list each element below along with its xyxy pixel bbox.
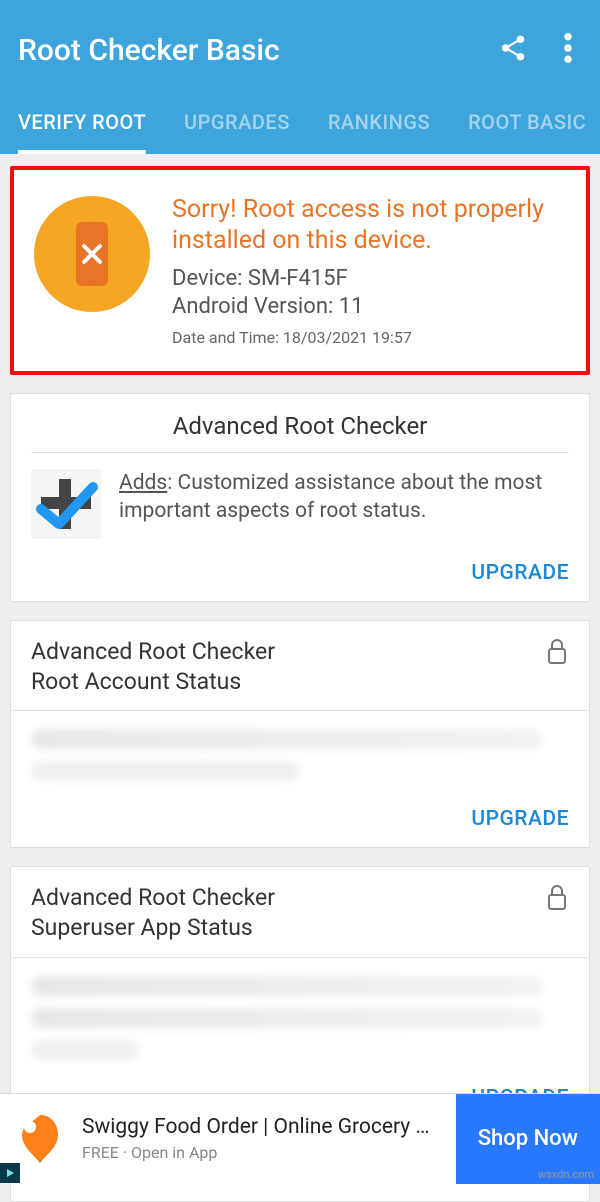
tab-root-basics[interactable]: ROOT BASIC <box>468 96 586 154</box>
app-title: Root Checker Basic <box>18 33 498 68</box>
root-account-status-card: Advanced Root Checker Root Account Statu… <box>10 620 590 849</box>
advanced-root-checker-card: Advanced Root Checker Adds: Customized a… <box>10 393 590 602</box>
advanced-card-description: Adds: Customized assistance about the mo… <box>119 469 569 526</box>
content-area: Sorry! Root access is not properly insta… <box>0 154 600 1202</box>
blurred-content <box>11 711 589 799</box>
ad-badge-icon[interactable] <box>0 1163 20 1183</box>
more-icon[interactable] <box>564 33 572 67</box>
root-status-icon <box>32 194 152 318</box>
upgrade-button[interactable]: UPGRADE <box>471 561 569 585</box>
lock-icon <box>545 883 569 915</box>
share-icon[interactable] <box>498 33 528 67</box>
superuser-card-title: Advanced Root Checker Superuser App Stat… <box>31 883 545 943</box>
root-status-message: Sorry! Root access is not properly insta… <box>172 194 568 257</box>
account-card-title: Advanced Root Checker Root Account Statu… <box>31 637 545 697</box>
tab-rankings[interactable]: RANKINGS <box>328 96 430 154</box>
ad-title: Swiggy Food Order | Online Grocery … <box>82 1115 456 1139</box>
tab-verify-root[interactable]: VERIFY ROOT <box>18 96 146 154</box>
tab-bar: VERIFY ROOT UPGRADES RANKINGS ROOT BASIC <box>18 96 582 154</box>
ad-banner[interactable]: Swiggy Food Order | Online Grocery … FRE… <box>0 1093 600 1183</box>
blurred-content <box>11 958 589 1078</box>
advanced-card-title: Advanced Root Checker <box>31 412 569 453</box>
ad-subtitle: FREE · Open in App <box>82 1143 456 1162</box>
app-bar: Root Checker Basic VERIFY ROOT UPGRADES … <box>0 0 600 154</box>
ad-app-icon <box>12 1111 68 1167</box>
device-label: Device: SM-F415F <box>172 265 568 294</box>
upgrade-button[interactable]: UPGRADE <box>471 807 569 831</box>
root-status-card: Sorry! Root access is not properly insta… <box>10 166 590 375</box>
android-version-label: Android Version: 11 <box>172 293 568 322</box>
watermark: wsxdn.com <box>538 1168 594 1181</box>
date-time-label: Date and Time: 18/03/2021 19:57 <box>172 328 568 347</box>
superuser-status-card: Advanced Root Checker Superuser App Stat… <box>10 866 590 1127</box>
root-checker-icon <box>31 469 101 539</box>
lock-icon <box>545 637 569 669</box>
tab-upgrades[interactable]: UPGRADES <box>184 96 290 154</box>
